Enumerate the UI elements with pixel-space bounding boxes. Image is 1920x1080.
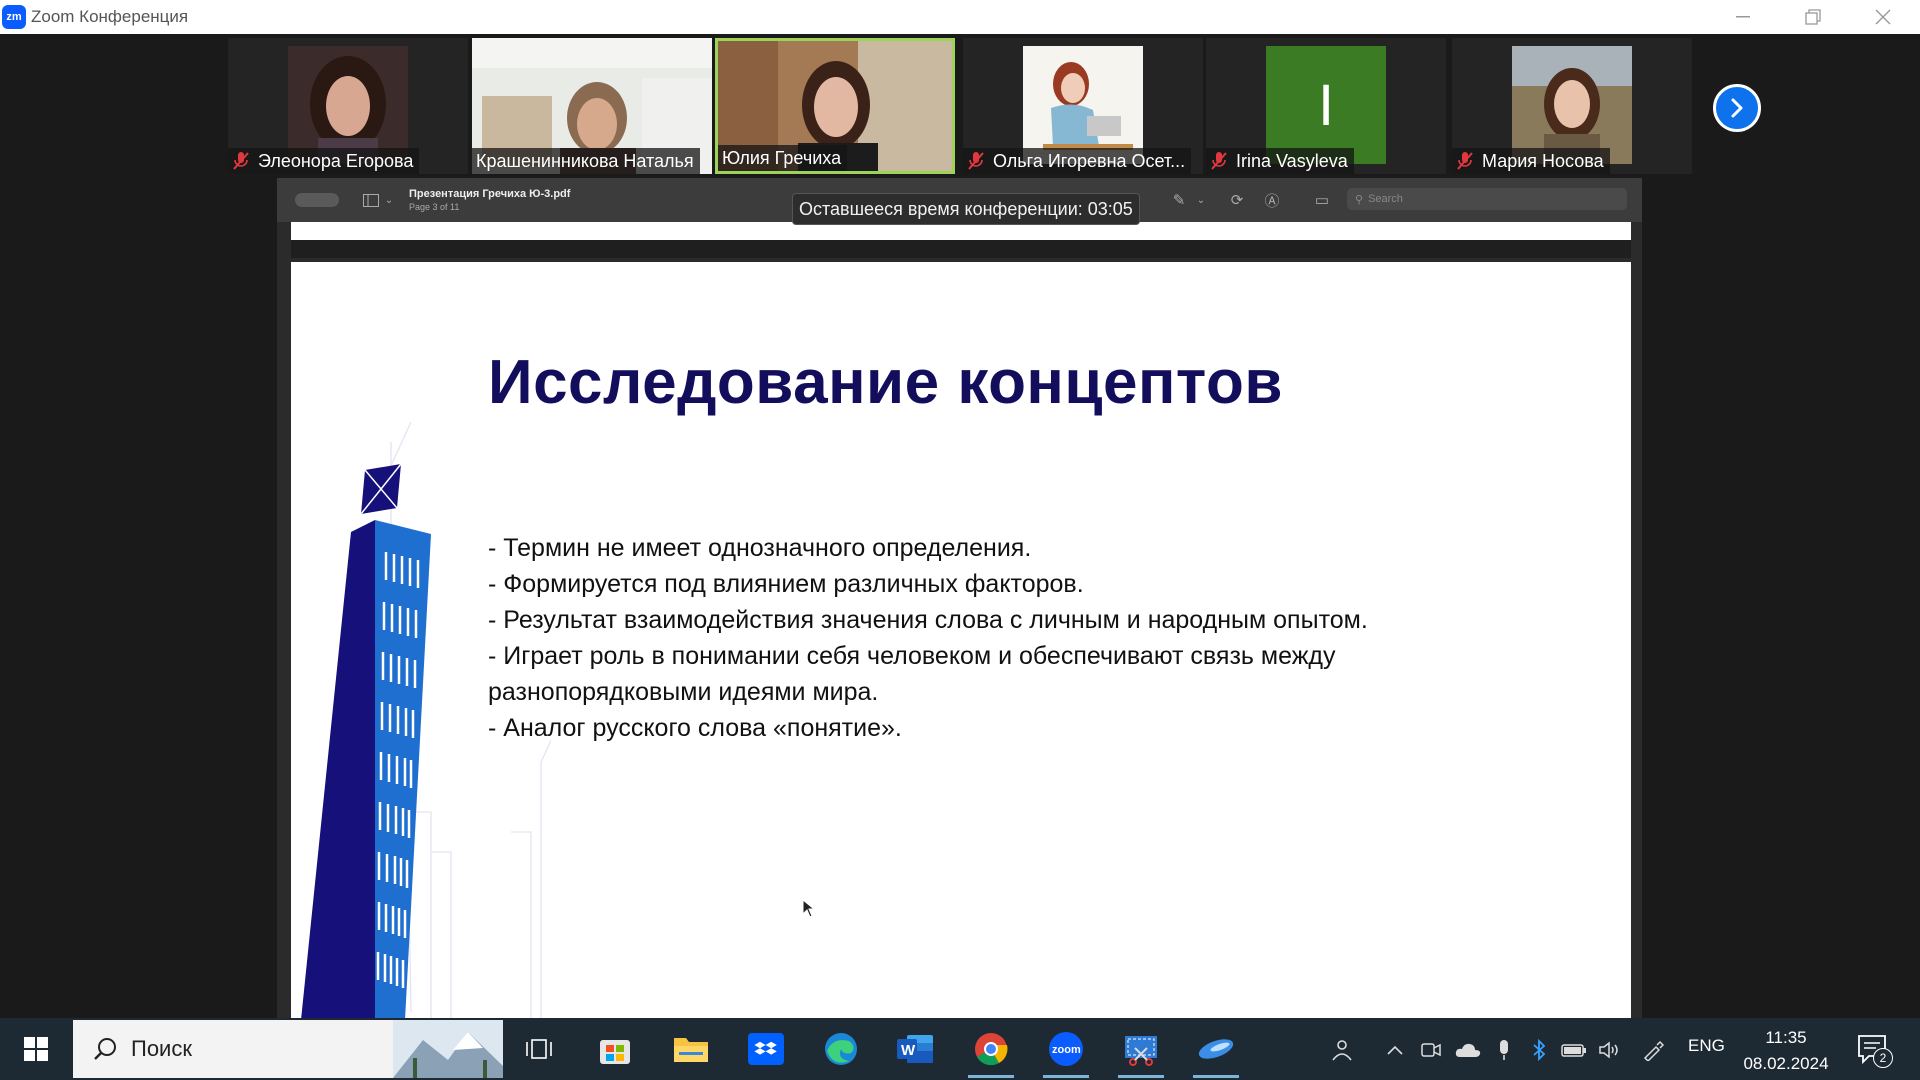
close-icon <box>1875 9 1891 25</box>
minimize-icon <box>1736 16 1750 18</box>
pdf-search-input[interactable]: ⚲ Search <box>1347 188 1627 210</box>
slide-bullet: - Аналог русского слова «понятие». <box>488 714 902 742</box>
search-label: Поиск <box>131 1036 192 1061</box>
participant-tile-active-speaker[interactable]: Юлия Гречиха <box>715 38 955 174</box>
window-controls[interactable] <box>295 193 339 207</box>
participant-tile[interactable]: Ольга Игоревна Осет... <box>963 38 1203 174</box>
mic-muted-icon <box>1211 152 1227 170</box>
restore-icon <box>1805 9 1821 25</box>
chevron-right-icon <box>1731 98 1743 118</box>
participant-tile[interactable]: Крашенинникова Наталья <box>472 38 712 174</box>
microphone-icon[interactable] <box>1490 1036 1518 1064</box>
pen-app-icon <box>1198 1039 1234 1059</box>
participant-name: Irina Vasyleva <box>1236 150 1348 171</box>
bluetooth-icon[interactable] <box>1525 1036 1553 1064</box>
title-bar: zm Zoom Конференция <box>0 0 1920 34</box>
participant-tile[interactable]: Мария Носова <box>1452 38 1692 174</box>
mic-muted-icon <box>968 152 984 170</box>
mic-muted-icon <box>1457 152 1473 170</box>
taskbar-app-zoom[interactable]: zoom <box>1037 1024 1095 1078</box>
shared-screen-pdf-viewer: ⌄ Презентация Гречиха Ю-3.pdf Page 3 of … <box>277 178 1642 1020</box>
chrome-icon <box>975 1033 1008 1066</box>
annotate-icon[interactable]: Ⓐ <box>1262 190 1282 210</box>
microsoft-store-icon <box>600 1040 630 1064</box>
system-clock[interactable]: 11:35 08.02.2024 <box>1738 1025 1834 1077</box>
slide-bullet: - Результат взаимодействия значения слов… <box>488 606 1368 634</box>
onedrive-cloud-icon[interactable] <box>1454 1036 1482 1064</box>
meet-now-icon[interactable] <box>1417 1036 1445 1064</box>
battery-icon[interactable] <box>1560 1036 1588 1064</box>
windows-logo-icon <box>24 1037 48 1061</box>
close-button[interactable] <box>1848 0 1918 34</box>
search-icon: ⚲ <box>1355 193 1364 206</box>
slide-bullet: - Играет роль в понимании себя человеком… <box>488 642 1336 706</box>
taskbar-app-chrome[interactable] <box>962 1024 1020 1078</box>
zoom-logo-icon: zm <box>2 5 26 29</box>
taskbar-app-dropbox[interactable] <box>737 1024 795 1074</box>
snipping-tool-icon <box>1125 1036 1157 1066</box>
taskbar-app-store[interactable] <box>586 1024 644 1074</box>
participant-initial-avatar: I <box>1266 46 1386 164</box>
page-gap <box>291 240 1631 258</box>
mic-muted-icon <box>233 152 249 170</box>
participant-tile[interactable]: I Irina Vasyleva <box>1206 38 1446 174</box>
participant-avatar <box>288 46 408 164</box>
rotate-icon[interactable]: ⟳ <box>1227 190 1247 210</box>
task-view-icon <box>526 1039 552 1059</box>
pdf-filename: Презентация Гречиха Ю-3.pdf <box>409 188 571 200</box>
pen-workspace-icon[interactable] <box>1639 1036 1667 1064</box>
svg-text:W: W <box>901 1042 916 1059</box>
start-button[interactable] <box>0 1018 72 1080</box>
minimize-button[interactable] <box>1708 0 1778 34</box>
participant-tile[interactable]: Элеонора Егорова <box>228 38 468 174</box>
taskbar-search-box[interactable]: Поиск <box>73 1020 503 1078</box>
volume-icon[interactable] <box>1596 1036 1624 1064</box>
slide-bullet: - Формируется под влиянием различных фак… <box>488 570 1084 598</box>
next-participants-button[interactable] <box>1713 84 1761 132</box>
zoom-app-icon: zoom <box>1049 1032 1083 1066</box>
participant-name: Юлия Гречиха <box>722 147 842 168</box>
chevron-down-icon[interactable]: ⌄ <box>1191 190 1211 210</box>
participant-name: Элеонора Егорова <box>258 150 414 171</box>
show-hidden-icons-icon[interactable] <box>1381 1036 1409 1064</box>
slide-bullet: - Термин не имеет однозначного определен… <box>488 534 1032 562</box>
markup-pen-icon[interactable]: ✎ <box>1169 190 1189 210</box>
dropbox-icon <box>748 1033 784 1065</box>
presentation-slide: Исследование концептов - Термин не имеет… <box>291 262 1631 1020</box>
participant-name: Мария Носова <box>1482 150 1604 171</box>
search-highlight-art <box>393 1020 503 1078</box>
participant-name: Ольга Игоревна Осет... <box>993 150 1186 171</box>
taskbar-app-word[interactable]: W <box>886 1024 944 1074</box>
window-title: Zoom Конференция <box>31 7 189 26</box>
taskbar-app-explorer[interactable] <box>662 1024 720 1074</box>
clock-time: 11:35 <box>1765 1028 1807 1047</box>
svg-text:zoom: zoom <box>1052 1044 1081 1056</box>
file-explorer-icon <box>674 1038 708 1062</box>
taskbar-app-onedrive-pen[interactable] <box>1187 1024 1245 1078</box>
remaining-time-tooltip: Оставшееся время конференции: 03:05 <box>792 193 1140 225</box>
people-icon[interactable] <box>1328 1036 1356 1064</box>
restore-button[interactable] <box>1778 0 1848 34</box>
task-view-button[interactable] <box>510 1024 568 1074</box>
windows-taskbar: Поиск W zoom ENG 11:35 08.02.2024 2 <box>0 1018 1920 1080</box>
action-center-button[interactable]: 2 <box>1855 1032 1893 1068</box>
search-icon <box>94 1038 116 1060</box>
slide-title: Исследование концептов <box>488 348 1283 417</box>
mouse-cursor-icon <box>802 899 816 918</box>
slide-bullet-list: - Термин не имеет однозначного определен… <box>488 530 1448 746</box>
chevron-down-icon[interactable]: ⌄ <box>379 190 399 210</box>
participant-avatar <box>1512 46 1632 164</box>
pdf-page-info: Page 3 of 11 <box>409 202 460 212</box>
notification-count-badge: 2 <box>1873 1048 1893 1068</box>
sidebar-toggle-icon[interactable] <box>361 190 381 210</box>
form-fill-icon[interactable]: ▭ <box>1312 190 1332 210</box>
participant-name: Крашенинникова Наталья <box>476 150 694 171</box>
taskbar-app-snipping-tool[interactable] <box>1112 1024 1170 1078</box>
edge-browser-icon <box>825 1033 857 1065</box>
taskbar-app-edge[interactable] <box>812 1024 870 1074</box>
clock-date: 08.02.2024 <box>1743 1054 1829 1073</box>
word-icon: W <box>897 1035 933 1063</box>
input-language-indicator[interactable]: ENG <box>1688 1036 1725 1056</box>
participant-avatar <box>1023 46 1143 164</box>
